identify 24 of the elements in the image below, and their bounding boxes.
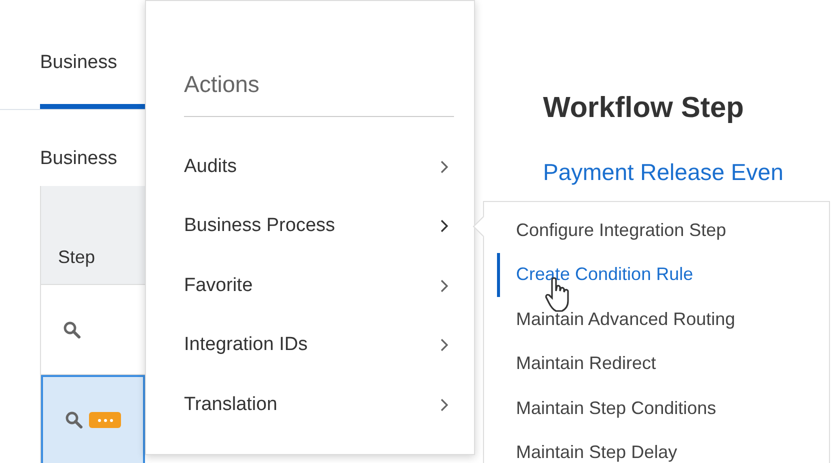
submenu-item[interactable]: Configure Integration Step xyxy=(484,208,829,252)
submenu-item[interactable]: Maintain Advanced Routing xyxy=(484,297,829,342)
chevron-right-icon xyxy=(440,338,449,352)
menu-item[interactable]: Business Process xyxy=(184,196,474,256)
menu-item[interactable]: Translation xyxy=(184,375,474,434)
table-header: Step xyxy=(41,186,145,285)
section-label: Business xyxy=(40,148,118,170)
page-title: Workflow Step xyxy=(543,92,745,125)
chevron-right-icon xyxy=(440,219,449,234)
submenu-item[interactable]: Maintain Step Delay xyxy=(484,430,829,463)
event-link[interactable]: Payment Release Even xyxy=(543,159,837,186)
table-row[interactable] xyxy=(41,375,145,463)
menu-title: Actions xyxy=(184,71,454,117)
chevron-right-icon xyxy=(440,278,449,293)
submenu-item[interactable]: Maintain Redirect xyxy=(484,342,829,386)
related-actions-button[interactable] xyxy=(89,412,121,428)
chevron-right-icon xyxy=(440,160,449,174)
menu-item[interactable]: Favorite xyxy=(184,256,474,316)
search-icon[interactable] xyxy=(63,320,81,338)
search-icon[interactable] xyxy=(65,411,83,429)
menu-item[interactable]: Audits xyxy=(184,137,474,196)
menu-item[interactable]: Integration IDs xyxy=(184,316,474,375)
chevron-right-icon xyxy=(440,398,449,412)
submenu-item[interactable]: Maintain Step Conditions xyxy=(484,386,829,430)
